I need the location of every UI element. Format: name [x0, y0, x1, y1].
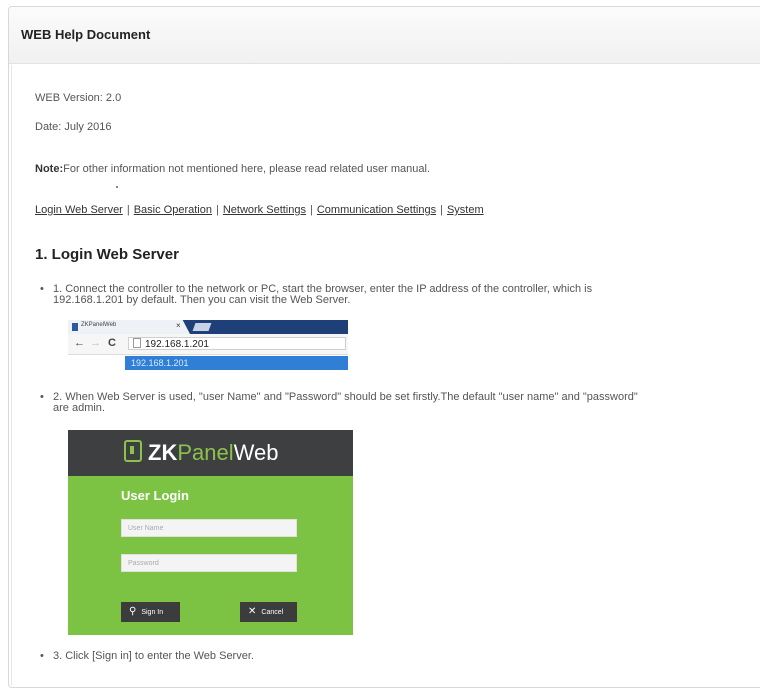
- version-text: WEB Version: 2.0: [35, 92, 122, 104]
- nav-link-basic-operation[interactable]: Basic Operation: [134, 204, 212, 216]
- step-3: 3. Click [Sign in] to enter the Web Serv…: [40, 651, 254, 663]
- section-title: 1. Login Web Server: [35, 246, 179, 263]
- browser-tabbar: ZKPanelWeb ×: [68, 320, 348, 334]
- address-bar: 192.168.1.201: [128, 337, 346, 350]
- reload-icon: C: [108, 337, 116, 349]
- date-text: Date: July 2016: [35, 121, 112, 133]
- panel-header: WEB Help Document: [9, 7, 760, 64]
- close-icon: ✕: [248, 606, 257, 617]
- nav-link-communication-settings[interactable]: Communication Settings: [317, 204, 436, 216]
- step-2: 2. When Web Server is used, "user Name" …: [40, 392, 638, 414]
- browser-tab: ZKPanelWeb ×: [68, 320, 190, 334]
- address-suggestion: 192.168.1.201: [125, 356, 348, 370]
- browser-tab-title: ZKPanelWeb: [81, 322, 117, 328]
- note-body: For other information not mentioned here…: [63, 163, 430, 175]
- shield-icon: [124, 440, 142, 462]
- back-arrow-icon: ←: [74, 337, 85, 349]
- username-field: User Name: [121, 519, 297, 537]
- password-field: Password: [121, 554, 297, 572]
- new-tab-button: [192, 323, 212, 331]
- browser-screenshot: ZKPanelWeb × ← → C 192.168.1.201 192.168…: [68, 320, 348, 373]
- forward-arrow-icon: →: [90, 337, 101, 349]
- note-label: Note:: [35, 163, 64, 175]
- cancel-button: ✕ Cancel: [240, 602, 297, 622]
- nav-link-network-settings[interactable]: Network Settings: [223, 204, 306, 216]
- zkpanelweb-logo: ZKPanelWeb: [124, 440, 278, 466]
- step-1: 1. Connect the controller to the network…: [40, 284, 592, 306]
- browser-toolbar: ← → C 192.168.1.201: [68, 334, 348, 355]
- page-icon: [72, 323, 78, 331]
- page-icon: [133, 338, 141, 348]
- section-nav: Login Web Server | Basic Operation | Network…: [35, 204, 484, 216]
- address-url: 192.168.1.201: [145, 339, 209, 350]
- signin-button: ⚲ Sign In: [121, 602, 180, 622]
- stray-dot: [116, 186, 118, 188]
- note-text: Note:For other information not mentioned…: [35, 163, 430, 175]
- close-icon: ×: [176, 321, 181, 330]
- login-screenshot: ZKPanelWeb User Login User Name Password…: [68, 430, 353, 635]
- nav-link-login[interactable]: Login Web Server: [35, 204, 123, 216]
- nav-link-system[interactable]: System: [447, 204, 484, 216]
- page-title: WEB Help Document: [21, 27, 151, 42]
- login-title: User Login: [121, 488, 189, 503]
- key-icon: ⚲: [129, 606, 137, 617]
- login-header: ZKPanelWeb: [68, 430, 353, 476]
